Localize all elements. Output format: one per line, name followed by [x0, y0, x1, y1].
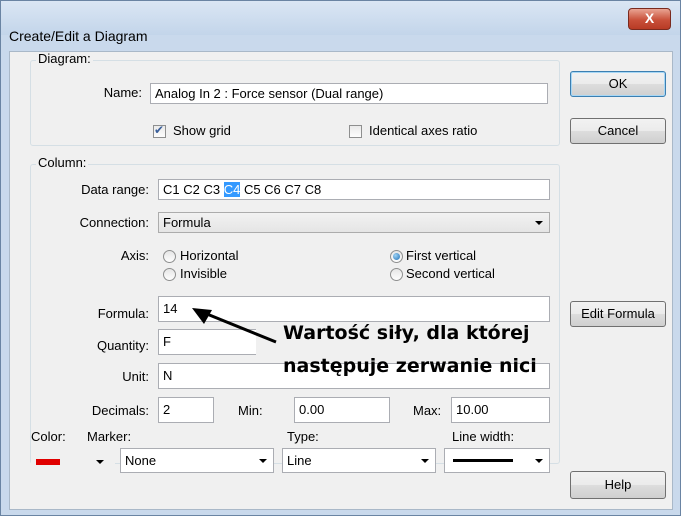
axis-horizontal-radio[interactable]	[163, 250, 176, 263]
diagram-group-label: Diagram:	[36, 51, 93, 66]
marker-value: None	[125, 453, 157, 468]
max-input[interactable]: 10.00	[451, 397, 550, 423]
chevron-down-icon	[535, 221, 543, 225]
axis-horizontal-label: Horizontal	[180, 248, 239, 263]
min-input[interactable]: 0.00	[294, 397, 390, 423]
data-range-before: C1 C2 C3	[163, 182, 224, 197]
type-label: Type:	[287, 429, 319, 444]
color-picker[interactable]	[31, 448, 115, 476]
chevron-down-icon	[535, 459, 543, 463]
data-range-label: Data range:	[81, 182, 149, 197]
decimals-input[interactable]: 2	[158, 397, 214, 423]
axis-second-vertical-label: Second vertical	[406, 266, 495, 281]
window-title: Create/Edit a Diagram	[9, 28, 148, 44]
name-input[interactable]: Analog In 2 : Force sensor (Dual range)	[150, 83, 548, 104]
chevron-down-icon	[421, 459, 429, 463]
identical-axes-label: Identical axes ratio	[369, 123, 478, 138]
cancel-button[interactable]: Cancel	[570, 118, 666, 144]
ok-button[interactable]: OK	[570, 71, 666, 97]
color-label: Color:	[31, 429, 66, 444]
column-group-label: Column:	[36, 155, 89, 170]
chevron-down-icon	[259, 459, 267, 463]
marker-label: Marker:	[87, 429, 132, 444]
annotation-arrow	[192, 308, 277, 344]
color-swatch	[36, 459, 60, 465]
connection-label: Connection:	[79, 215, 149, 230]
help-button[interactable]: Help	[570, 471, 666, 499]
min-label: Min:	[238, 403, 263, 418]
annotation-line-1: Wartość siły, dla której	[283, 322, 530, 344]
max-label: Max:	[413, 403, 442, 418]
quantity-label: Quantity:	[96, 338, 149, 353]
close-button[interactable]: X	[628, 8, 671, 30]
formula-label: Formula:	[97, 306, 149, 321]
axis-invisible-label: Invisible	[180, 266, 227, 281]
line-width-label: Line width:	[452, 429, 515, 444]
data-range-input[interactable]: C1 C2 C3 C4 C5 C6 C7 C8	[158, 179, 550, 200]
axis-label: Axis:	[120, 248, 149, 263]
annotation-line-2: następuje zerwanie nici	[283, 355, 537, 377]
axis-first-vertical-radio[interactable]	[390, 250, 403, 263]
connection-value: Formula	[163, 215, 211, 230]
chevron-down-icon	[96, 460, 104, 464]
connection-dropdown[interactable]: Formula	[158, 212, 550, 233]
axis-second-vertical-radio[interactable]	[390, 268, 403, 281]
type-value: Line	[287, 453, 312, 468]
unit-label: Unit:	[122, 369, 149, 384]
line-width-dropdown[interactable]	[444, 448, 550, 473]
dialog-window: Create/Edit a Diagram X Diagram: Name: A…	[0, 0, 681, 516]
data-range-after: C5 C6 C7 C8	[240, 182, 322, 197]
identical-axes-checkbox[interactable]	[349, 125, 362, 138]
marker-dropdown[interactable]: None	[120, 448, 274, 473]
dialog-body: Diagram: Name: Analog In 2 : Force senso…	[9, 51, 673, 510]
axis-first-vertical-label: First vertical	[406, 248, 477, 263]
type-dropdown[interactable]: Line	[282, 448, 436, 473]
show-grid-checkbox[interactable]	[153, 123, 166, 138]
name-label: Name:	[103, 85, 142, 100]
show-grid-label: Show grid	[173, 123, 231, 138]
axis-invisible-radio[interactable]	[163, 268, 176, 281]
line-width-sample	[453, 459, 513, 462]
decimals-label: Decimals:	[91, 403, 149, 418]
data-range-selected: C4	[223, 182, 241, 197]
edit-formula-button[interactable]: Edit Formula	[570, 301, 666, 327]
